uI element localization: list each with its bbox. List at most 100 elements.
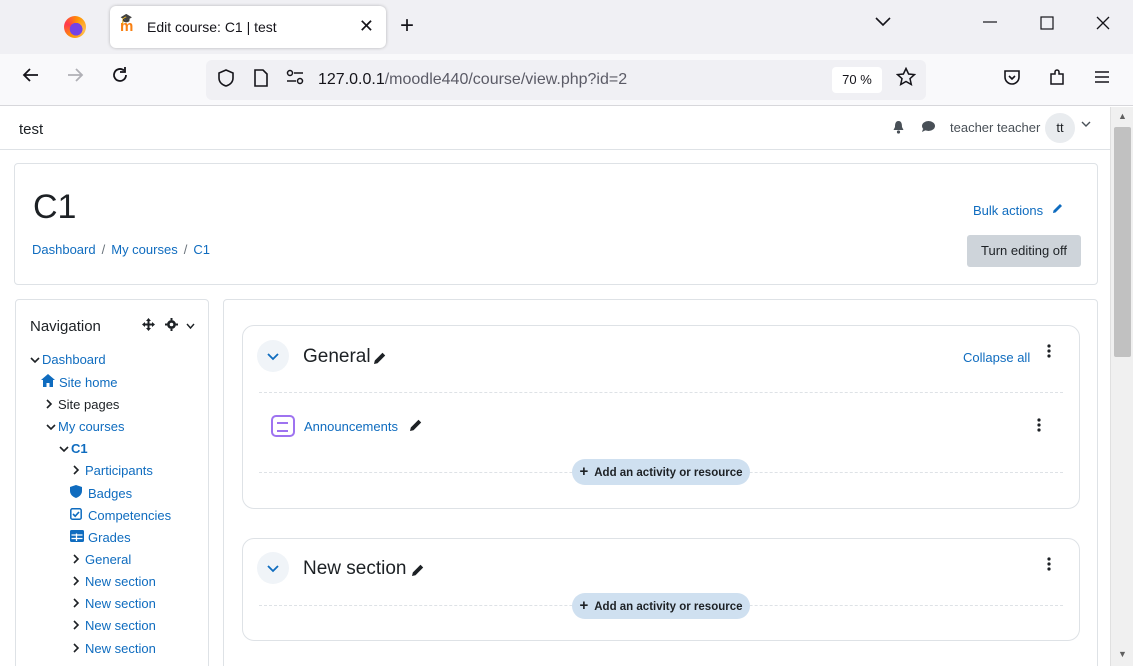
activity-kebab-menu-icon[interactable] bbox=[1037, 418, 1041, 437]
new-tab-button[interactable]: + bbox=[400, 12, 414, 40]
section-kebab-menu-icon[interactable] bbox=[1047, 344, 1051, 363]
tab-bar: 🎓 m Edit course: C1 | test ✕ + bbox=[0, 0, 1133, 54]
add-activity-button[interactable]: + Add an activity or resource bbox=[572, 593, 750, 619]
moodle-top-navbar: test teacher teacher tt bbox=[0, 107, 1110, 150]
section-kebab-menu-icon[interactable] bbox=[1047, 557, 1051, 576]
breadcrumb-my-courses[interactable]: My courses bbox=[111, 242, 177, 257]
navigation-block: Navigation Dashboard Site home Site page… bbox=[15, 299, 209, 666]
turn-editing-off-button[interactable]: Turn editing off bbox=[967, 235, 1081, 267]
chevron-right-icon bbox=[73, 598, 85, 611]
table-icon bbox=[70, 530, 88, 545]
pocket-icon[interactable] bbox=[1003, 68, 1021, 91]
chevron-down-icon bbox=[46, 422, 58, 434]
chevron-right-icon bbox=[73, 643, 85, 656]
shield-icon bbox=[70, 485, 88, 501]
tab-title: Edit course: C1 | test bbox=[147, 19, 277, 35]
menu-hamburger-icon[interactable] bbox=[1094, 68, 1110, 89]
course-content: General Collapse all Announcements + Add… bbox=[223, 299, 1098, 666]
tab-close-icon[interactable]: ✕ bbox=[359, 16, 374, 37]
add-activity-button[interactable]: + Add an activity or resource bbox=[572, 459, 750, 485]
nav-item-site-pages[interactable]: Site pages bbox=[46, 397, 119, 412]
gear-icon[interactable] bbox=[165, 318, 178, 334]
plus-icon: + bbox=[579, 597, 589, 614]
nav-item-new-section[interactable]: New section bbox=[73, 618, 156, 633]
breadcrumb-separator: / bbox=[183, 242, 188, 257]
maximize-button[interactable] bbox=[1040, 14, 1054, 35]
home-icon bbox=[41, 374, 59, 390]
breadcrumb-separator: / bbox=[101, 242, 106, 257]
url-text[interactable]: 127.0.0.1/moodle440/course/view.php?id=2 bbox=[318, 71, 627, 89]
bulk-actions-link[interactable]: Bulk actions bbox=[973, 202, 1064, 218]
course-header: C1 Dashboard / My courses / C1 Bulk actions … bbox=[14, 163, 1098, 285]
nav-item-participants[interactable]: Participants bbox=[73, 463, 153, 478]
breadcrumb-course[interactable]: C1 bbox=[193, 242, 210, 257]
nav-item-dashboard[interactable]: Dashboard bbox=[30, 352, 106, 367]
notifications-bell-icon[interactable] bbox=[892, 120, 905, 137]
chevron-down-icon bbox=[30, 355, 42, 367]
window-close-button[interactable] bbox=[1096, 14, 1110, 35]
breadcrumb: Dashboard / My courses / C1 bbox=[32, 242, 210, 257]
section-title[interactable]: New section bbox=[303, 558, 407, 580]
plus-icon: + bbox=[579, 463, 589, 480]
browser-window: 🎓 m Edit course: C1 | test ✕ + 127.0.0.1… bbox=[0, 0, 1133, 666]
section-divider bbox=[259, 392, 1063, 393]
scroll-up-arrow-icon[interactable]: ▲ bbox=[1118, 111, 1127, 121]
back-arrow-icon[interactable] bbox=[22, 66, 40, 90]
collapse-all-link[interactable]: Collapse all bbox=[963, 350, 1030, 365]
nav-item-new-section[interactable]: New section bbox=[73, 596, 156, 611]
course-section-new-section: New section + Add an activity or resource bbox=[242, 538, 1080, 641]
tab-list-chevron-icon[interactable] bbox=[875, 14, 891, 32]
minimize-button[interactable] bbox=[982, 14, 998, 35]
nav-item-course-c1[interactable]: C1 bbox=[59, 441, 88, 456]
nav-item-badges[interactable]: Badges bbox=[70, 485, 132, 501]
scrollbar-thumb[interactable] bbox=[1114, 127, 1131, 357]
chevron-right-icon bbox=[73, 554, 85, 567]
chevron-right-icon bbox=[73, 465, 85, 478]
nav-item-new-section[interactable]: New section bbox=[73, 641, 156, 656]
page-scrollbar[interactable]: ▲ ▼ bbox=[1110, 107, 1133, 666]
firefox-icon[interactable] bbox=[64, 16, 86, 38]
forward-arrow-icon[interactable] bbox=[66, 66, 84, 90]
section-collapse-chevron-icon[interactable] bbox=[257, 552, 289, 584]
pencil-icon[interactable] bbox=[411, 563, 425, 580]
nav-item-new-section[interactable]: New section bbox=[73, 574, 156, 589]
messages-chat-icon[interactable] bbox=[921, 120, 936, 136]
chevron-right-icon bbox=[73, 620, 85, 633]
permissions-icon[interactable] bbox=[286, 69, 304, 90]
activity-announcements-link[interactable]: Announcements bbox=[304, 419, 398, 434]
move-icon[interactable] bbox=[142, 318, 155, 334]
reload-icon[interactable] bbox=[111, 66, 129, 90]
avatar[interactable]: tt bbox=[1045, 113, 1075, 143]
chevron-down-icon[interactable] bbox=[186, 318, 195, 333]
section-collapse-chevron-icon[interactable] bbox=[257, 340, 289, 372]
section-title[interactable]: General bbox=[303, 346, 371, 368]
navigation-toolbar: 127.0.0.1/moodle440/course/view.php?id=2… bbox=[0, 54, 1133, 106]
page-content: test teacher teacher tt C1 Dashboard / My … bbox=[0, 107, 1110, 666]
extensions-icon[interactable] bbox=[1048, 68, 1066, 91]
moodle-favicon-icon: 🎓 m bbox=[120, 14, 134, 35]
zoom-indicator[interactable]: 70 % bbox=[832, 67, 882, 93]
forum-icon bbox=[271, 415, 295, 437]
nav-item-grades[interactable]: Grades bbox=[70, 530, 131, 545]
nav-item-general[interactable]: General bbox=[73, 552, 131, 567]
nav-item-competencies[interactable]: Competencies bbox=[70, 508, 171, 523]
user-menu-chevron-icon[interactable] bbox=[1081, 119, 1091, 131]
bookmark-star-icon[interactable] bbox=[895, 66, 917, 93]
pencil-icon[interactable] bbox=[409, 418, 423, 435]
chevron-right-icon bbox=[73, 576, 85, 589]
scroll-down-arrow-icon[interactable]: ▼ bbox=[1118, 649, 1127, 659]
browser-tab[interactable]: 🎓 m Edit course: C1 | test ✕ bbox=[110, 6, 386, 48]
site-name[interactable]: test bbox=[19, 121, 43, 138]
course-section-general: General Collapse all Announcements + Add… bbox=[242, 325, 1080, 509]
address-bar[interactable]: 127.0.0.1/moodle440/course/view.php?id=2… bbox=[206, 60, 926, 100]
user-name[interactable]: teacher teacher bbox=[950, 120, 1040, 135]
nav-item-my-courses[interactable]: My courses bbox=[46, 419, 124, 434]
chevron-down-icon bbox=[59, 444, 71, 456]
page-info-icon[interactable] bbox=[254, 69, 268, 92]
nav-item-site-home[interactable]: Site home bbox=[41, 374, 118, 390]
shield-tracking-icon[interactable] bbox=[218, 69, 234, 92]
breadcrumb-dashboard[interactable]: Dashboard bbox=[32, 242, 96, 257]
pencil-icon[interactable] bbox=[373, 351, 387, 368]
page-title: C1 bbox=[33, 188, 77, 226]
checkbox-icon bbox=[70, 508, 88, 523]
